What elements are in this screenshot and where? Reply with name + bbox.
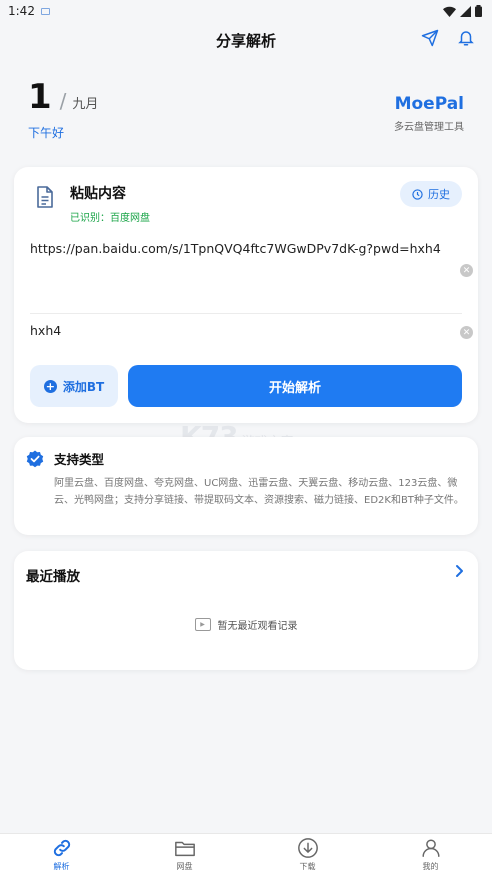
supported-types-card: 支持类型 阿里云盘、百度网盘、夸克网盘、UC网盘、迅雷云盘、天翼云盘、移动云盘、… [14,437,478,535]
add-bt-label: 添加BT [62,379,105,394]
brand-name: MoePal [394,94,464,114]
nav-item-parse[interactable]: 解析 [0,834,123,875]
clear-password-icon[interactable]: ✕ [460,326,473,339]
download-icon [297,838,318,858]
greeting: 下午好 [28,126,65,140]
supported-types-text: 阿里云盘、百度网盘、夸克网盘、UC网盘、迅雷云盘、天翼云盘、移动云盘、123云盘… [54,478,464,506]
plus-icon: + [43,379,57,393]
folder-icon [174,841,195,857]
nav-item-download[interactable]: 下载 [246,834,369,875]
nav-item-profile[interactable]: 我的 [369,834,492,875]
start-parse-button[interactable]: 开始解析 [128,365,462,407]
chevron-right-icon[interactable] [454,563,464,582]
paste-card: 粘贴内容 已识别：百度网盘 历史 https://pan.baidu.com/s… [14,167,478,423]
clear-link-icon[interactable]: ✕ [460,264,473,277]
nav-label-parse: 解析 [53,862,70,871]
bell-icon [458,31,474,46]
date-separator: / [59,89,67,113]
nav-label-profile: 我的 [422,862,439,871]
battery-icon [475,5,482,17]
password-input[interactable]: hxh4 [30,323,61,338]
history-label: 历史 [428,188,450,201]
user-icon [421,839,440,857]
recent-play-title: 最近播放 [26,569,80,585]
empty-state-text: 暂无最近观看记录 [217,621,298,632]
date-day: 1 [28,77,52,117]
supported-types-title: 支持类型 [54,452,105,467]
send-button[interactable] [420,28,440,48]
divider [30,313,462,314]
detected-platform: 已识别：百度网盘 [70,213,150,224]
document-icon [37,186,53,208]
clock-icon [412,188,423,200]
recent-play-card: 最近播放 ▶ 暂无最近观看记录 [14,551,478,670]
app-bar: 分享解析 [0,22,492,58]
link-icon [53,839,70,857]
verified-check-icon [26,450,44,467]
nav-label-download: 下载 [299,862,316,871]
notifications-button[interactable] [456,28,476,48]
date-block: 1 / 九月 下午好 [28,80,98,141]
date-month: 九月 [72,97,99,112]
brand-tagline: 多云盘管理工具 [394,122,464,133]
brand: MoePal 多云盘管理工具 [394,94,464,133]
share-link-input[interactable]: https://pan.baidu.com/s/1TpnQVQ4ftc7WGwD… [30,233,460,313]
add-bt-button[interactable]: + 添加BT [30,365,118,407]
wifi-icon [443,6,456,17]
notification-icon [40,7,50,15]
status-time: 1:42 [8,4,35,18]
history-button[interactable]: 历史 [400,181,462,207]
video-play-icon: ▶ [194,618,211,631]
status-bar: 1:42 [0,0,492,22]
paste-title: 粘贴内容 [70,186,126,202]
nav-label-drive: 网盘 [176,862,193,871]
send-icon [421,29,439,47]
page-title: 分享解析 [215,31,276,50]
password-value: hxh4 [30,323,62,338]
signal-icon [460,5,471,17]
share-link-value: https://pan.baidu.com/s/1TpnQVQ4ftc7WGwD… [30,241,441,256]
bottom-navigation: 解析 网盘 下载 我的 [0,833,492,875]
empty-state: ▶ 暂无最近观看记录 [14,617,478,632]
nav-item-drive[interactable]: 网盘 [123,834,246,875]
